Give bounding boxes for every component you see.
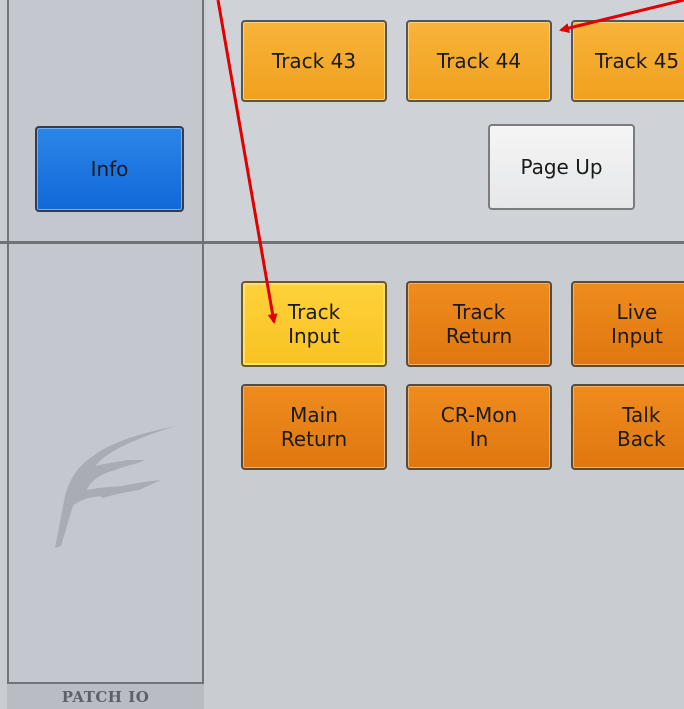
track-44-button[interactable]: Track 44 — [406, 20, 552, 102]
left-sidebar: Info — [7, 0, 204, 709]
info-button[interactable]: Info — [35, 126, 184, 212]
page-up-label: Page Up — [520, 155, 603, 179]
page-up-button[interactable]: Page Up — [488, 124, 635, 210]
track-input-label: Track Input — [287, 300, 341, 348]
live-input-button[interactable]: Live Input — [571, 281, 684, 367]
track-45-button[interactable]: Track 45 — [571, 20, 684, 102]
f-logo-icon — [55, 426, 175, 548]
track-45-label: Track 45 — [595, 49, 680, 73]
talk-back-button[interactable]: Talk Back — [571, 384, 684, 470]
patch-io-label: PATCH IO — [61, 687, 150, 706]
main-return-label: Main Return — [280, 403, 348, 451]
track-return-button[interactable]: Track Return — [406, 281, 552, 367]
track-43-button[interactable]: Track 43 — [241, 20, 387, 102]
cr-mon-in-button[interactable]: CR-Mon In — [406, 384, 552, 470]
main-return-button[interactable]: Main Return — [241, 384, 387, 470]
track-return-label: Track Return — [445, 300, 513, 348]
talk-back-label: Talk Back — [617, 403, 666, 451]
horizontal-divider — [0, 241, 684, 244]
track-43-label: Track 43 — [271, 49, 357, 73]
track-44-label: Track 44 — [436, 49, 522, 73]
cr-mon-in-label: CR-Mon In — [440, 403, 518, 451]
track-input-button[interactable]: Track Input — [241, 281, 387, 367]
patch-io-tab[interactable]: PATCH IO — [7, 682, 204, 709]
info-button-label: Info — [90, 157, 129, 181]
live-input-label: Live Input — [611, 300, 663, 348]
